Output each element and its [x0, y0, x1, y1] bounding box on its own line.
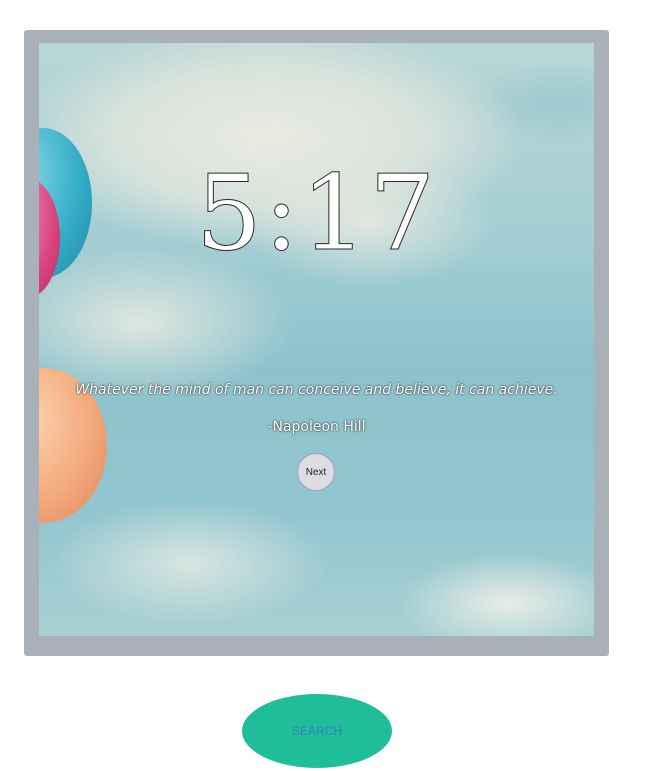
quote-author: -Napoleon Hill	[267, 419, 366, 435]
search-button[interactable]: SEARCH	[242, 694, 392, 768]
clock-time: 5:17	[195, 152, 438, 274]
quote-text: Whatever the mind of man can conceive an…	[75, 382, 558, 398]
sky-background: 5:17 Whatever the mind of man can concei…	[39, 43, 594, 636]
quote-card-frame: 5:17 Whatever the mind of man can concei…	[24, 30, 609, 656]
next-quote-button[interactable]: Next	[297, 453, 335, 491]
